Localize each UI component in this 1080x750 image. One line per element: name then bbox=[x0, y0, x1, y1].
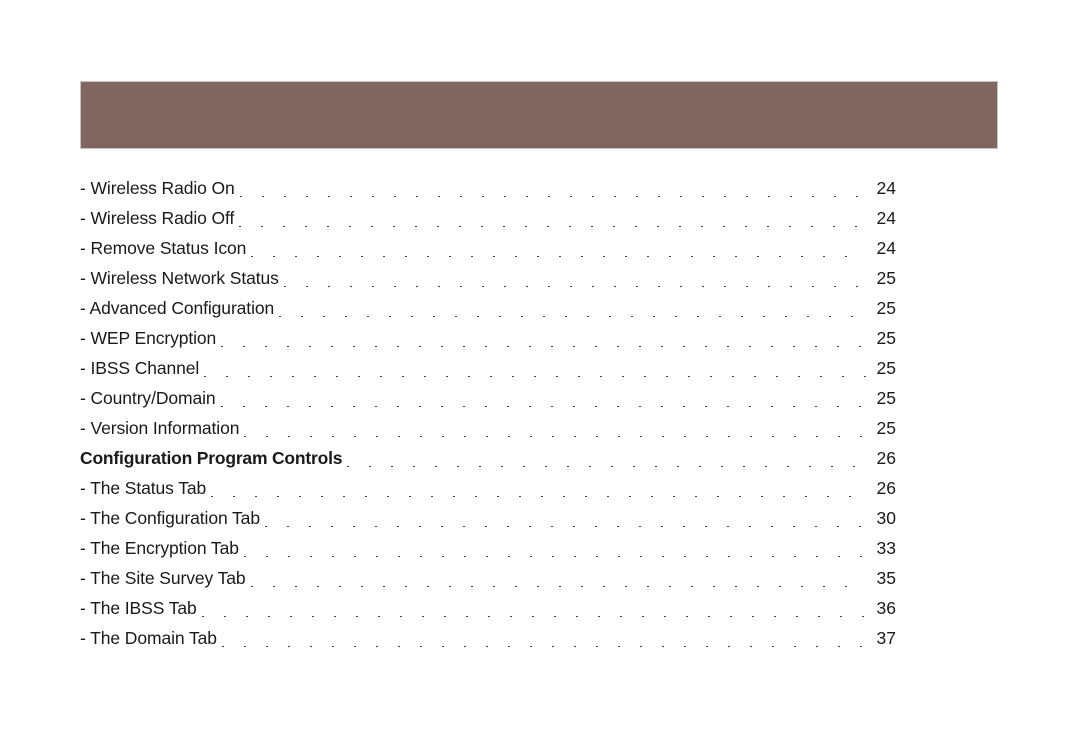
toc-entry-page-number: 25 bbox=[876, 268, 896, 288]
toc-entry-label: - The Configuration Tab bbox=[80, 508, 260, 528]
toc-entry[interactable]: - Advanced Configuration 25 bbox=[80, 298, 896, 328]
toc-dot-leader bbox=[204, 375, 866, 377]
toc-entry-page-number: 26 bbox=[876, 478, 896, 498]
toc-entry[interactable]: - The Domain Tab 37 bbox=[80, 628, 896, 658]
toc-entry-page-number: 26 bbox=[876, 448, 896, 468]
toc-entry-label: - The Site Survey Tab bbox=[80, 568, 246, 588]
toc-entry[interactable]: - Wireless Network Status 25 bbox=[80, 268, 896, 298]
toc-entry-label: - Country/Domain bbox=[80, 388, 216, 408]
toc-entry[interactable]: - The Encryption Tab 33 bbox=[80, 538, 896, 568]
toc-dot-leader bbox=[221, 645, 866, 647]
toc-dot-leader bbox=[239, 195, 866, 197]
toc-entry-page-number: 25 bbox=[876, 358, 896, 378]
toc-dot-leader bbox=[201, 615, 866, 617]
toc-entry[interactable]: - The Configuration Tab 30 bbox=[80, 508, 896, 538]
toc-entry-page-number: 30 bbox=[876, 508, 896, 528]
toc-entry-page-number: 24 bbox=[876, 178, 896, 198]
toc-entry-page-number: 25 bbox=[876, 388, 896, 408]
toc-entry-label: - WEP Encryption bbox=[80, 328, 217, 348]
toc-entry-page-number: 25 bbox=[876, 298, 896, 318]
toc-entry-page-number: 24 bbox=[876, 238, 896, 258]
toc-dot-leader bbox=[250, 585, 866, 587]
toc-entry-label: - IBSS Channel bbox=[80, 358, 200, 378]
toc-entry[interactable]: - The Status Tab 26 bbox=[80, 478, 896, 508]
toc-dot-leader bbox=[221, 345, 866, 347]
decorative-header-band bbox=[80, 81, 998, 149]
toc-dot-leader bbox=[239, 225, 866, 227]
toc-entry[interactable]: - Version Information 25 bbox=[80, 418, 896, 448]
toc-dot-leader bbox=[251, 255, 866, 257]
toc-entry-page-number: 25 bbox=[876, 328, 896, 348]
toc-entry-label: - Advanced Configuration bbox=[80, 298, 275, 318]
toc-entry-label: - The Status Tab bbox=[80, 478, 207, 498]
toc-dot-leader bbox=[283, 285, 866, 287]
toc-dot-leader bbox=[220, 405, 866, 407]
toc-entry-page-number: 37 bbox=[876, 628, 896, 648]
toc-entry[interactable]: Configuration Program Controls 26 bbox=[80, 448, 896, 478]
toc-dot-leader bbox=[279, 315, 866, 317]
toc-entry-label: - The Encryption Tab bbox=[80, 538, 239, 558]
toc-dot-leader bbox=[264, 525, 866, 527]
toc-entry-label: - Wireless Network Status bbox=[80, 268, 279, 288]
toc-entry-page-number: 25 bbox=[876, 418, 896, 438]
toc-entry[interactable]: - Wireless Radio Off 24 bbox=[80, 208, 896, 238]
toc-entry-label: - Version Information bbox=[80, 418, 240, 438]
document-page: - Wireless Radio On 24- Wireless Radio Of… bbox=[0, 0, 1080, 750]
toc-entry-page-number: 35 bbox=[876, 568, 896, 588]
table-of-contents: - Wireless Radio On 24- Wireless Radio Of… bbox=[80, 178, 896, 658]
toc-entry-page-number: 36 bbox=[876, 598, 896, 618]
toc-entry[interactable]: - Wireless Radio On 24 bbox=[80, 178, 896, 208]
toc-entry-label: - Remove Status Icon bbox=[80, 238, 247, 258]
toc-entry-label: Configuration Program Controls bbox=[80, 448, 343, 468]
toc-entry-page-number: 24 bbox=[876, 208, 896, 228]
toc-dot-leader bbox=[244, 435, 866, 437]
toc-entry[interactable]: - The Site Survey Tab 35 bbox=[80, 568, 896, 598]
toc-dot-leader bbox=[243, 555, 866, 557]
toc-entry[interactable]: - IBSS Channel 25 bbox=[80, 358, 896, 388]
toc-entry[interactable]: - Remove Status Icon 24 bbox=[80, 238, 896, 268]
toc-entry[interactable]: - Country/Domain 25 bbox=[80, 388, 896, 418]
toc-dot-leader bbox=[347, 465, 866, 467]
toc-dot-leader bbox=[211, 495, 866, 497]
toc-entry-label: - Wireless Radio Off bbox=[80, 208, 235, 228]
toc-entry-label: - The Domain Tab bbox=[80, 628, 217, 648]
toc-entry[interactable]: - WEP Encryption 25 bbox=[80, 328, 896, 358]
toc-entry[interactable]: - The IBSS Tab 36 bbox=[80, 598, 896, 628]
toc-entry-page-number: 33 bbox=[876, 538, 896, 558]
toc-entry-label: - The IBSS Tab bbox=[80, 598, 197, 618]
toc-entry-label: - Wireless Radio On bbox=[80, 178, 235, 198]
